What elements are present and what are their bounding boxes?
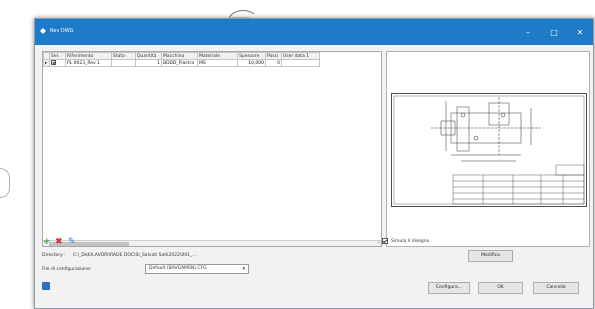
cell-userdata1[interactable] [281, 59, 320, 67]
column-header-riferimento[interactable]: Riferimento [65, 52, 112, 60]
screen: Rev DWG – □ ✕ Sel. Riferimento Stato Qua… [0, 0, 595, 309]
cell-stato[interactable] [111, 59, 136, 67]
config-file-label: File di configurazione: [42, 267, 92, 272]
directory-label: Directory : [42, 253, 66, 258]
cancel-button[interactable]: Cancella [533, 282, 579, 294]
help-icon[interactable] [42, 282, 50, 290]
simulate-drawing-checkbox[interactable] [382, 238, 388, 244]
cell-riferimento[interactable]: PL 0023_Rev 1 [65, 59, 112, 67]
cell-macchina[interactable]: BDDD_Piastra [161, 59, 198, 67]
row-select-checkbox[interactable] [49, 59, 66, 67]
column-header-sel[interactable]: Sel. [49, 52, 66, 60]
modify-button[interactable]: Modifica [468, 250, 513, 262]
directory-path: C:\_Dati\LAVORI\RADE DOC\SI_Salvati Salt… [73, 253, 197, 258]
scroll-right-icon[interactable]: › [378, 240, 380, 246]
background-arc [0, 168, 10, 198]
parts-grid[interactable]: Sel. Riferimento Stato Quantità Macchina… [42, 51, 382, 247]
column-header-spessore[interactable]: Spessore [237, 52, 266, 60]
cell-materiale[interactable]: MS [197, 59, 238, 67]
parts-table: Sel. Riferimento Stato Quantità Macchina… [43, 52, 320, 67]
checkbox-check-icon [51, 60, 56, 65]
table-header-row: Sel. Riferimento Stato Quantità Macchina… [43, 52, 320, 60]
title-bar[interactable]: Rev DWG – □ ✕ [35, 19, 593, 45]
cell-quantita[interactable]: 1 [135, 59, 162, 67]
title-wrap: Rev DWG [40, 28, 74, 34]
column-header-stato[interactable]: Stato [111, 52, 136, 60]
window-title: Rev DWG [50, 28, 74, 34]
column-header-materiale[interactable]: Materiale [197, 52, 238, 60]
close-icon[interactable]: ✕ [567, 19, 593, 45]
configure-button[interactable]: Configura... [428, 282, 470, 294]
minimize-icon[interactable]: – [515, 19, 541, 45]
column-header-passi[interactable]: Passi [265, 52, 282, 60]
technical-drawing-icon [391, 93, 587, 207]
column-header-macchina[interactable]: Macchina [161, 52, 198, 60]
app-icon [40, 28, 46, 34]
table-row[interactable]: ▸ PL 0023_Rev 1 1 BDDD_Piastra MS 10,000… [43, 59, 320, 67]
drawing-preview [386, 51, 590, 247]
column-header-quantita[interactable]: Quantità [135, 52, 162, 60]
edit-icon[interactable]: ✎ [68, 238, 76, 247]
rev-dwg-window: Rev DWG – □ ✕ Sel. Riferimento Stato Qua… [34, 18, 594, 309]
delete-icon[interactable]: ✖ [55, 238, 63, 247]
horizontal-scrollbar[interactable]: ‹ › [43, 240, 381, 246]
cell-passi[interactable]: 0 [265, 59, 282, 67]
simulate-drawing-label: Simula il disegno [391, 239, 430, 244]
config-file-select[interactable]: Default (BAVGAMSN).CFG ▾ [145, 264, 249, 274]
chevron-down-icon: ▾ [242, 266, 245, 272]
maximize-icon[interactable]: □ [541, 19, 567, 45]
column-header-userdata1[interactable]: User data 1 [281, 52, 320, 60]
plus-icon[interactable]: + [43, 238, 51, 247]
ok-button[interactable]: OK [478, 282, 523, 294]
cell-spessore[interactable]: 10,000 [237, 59, 266, 67]
config-file-value: Default (BAVGAMSN).CFG [149, 266, 207, 271]
